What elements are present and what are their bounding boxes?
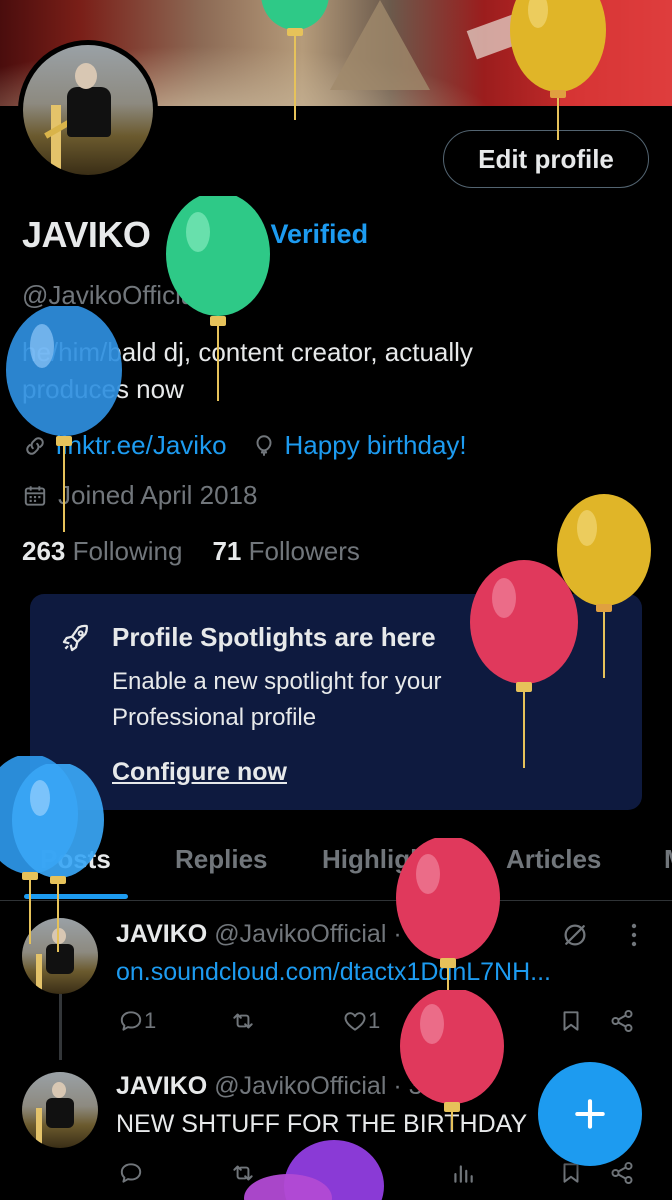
retweet-button[interactable]	[230, 1160, 256, 1186]
views-button[interactable]	[450, 1160, 476, 1186]
link-icon	[26, 436, 44, 455]
profile-avatar[interactable]	[18, 40, 158, 180]
reply-icon	[120, 1163, 142, 1183]
like-icon	[344, 1164, 366, 1183]
tweet-avatar[interactable]	[22, 918, 98, 994]
grok-icon[interactable]	[560, 920, 590, 950]
following-link[interactable]: 263 Following	[22, 536, 182, 567]
share-icon	[611, 1161, 633, 1185]
share-button[interactable]	[609, 1160, 635, 1186]
avatar-person	[46, 944, 74, 974]
compose-button[interactable]	[538, 1062, 642, 1166]
tweet-avatar[interactable]	[22, 1072, 98, 1148]
profile-spotlight-card: Profile Spotlights are here Enable a new…	[30, 594, 642, 810]
active-tab-indicator	[24, 894, 128, 899]
profile-meta-row: linktr.ee/Javiko Happy birthday!	[22, 430, 467, 461]
avatar-person	[46, 1098, 74, 1128]
avatar-railing	[36, 954, 42, 994]
spotlight-description: Enable a new spotlight for your Professi…	[112, 668, 442, 731]
tab-highlights[interactable]: Highlights	[322, 844, 449, 875]
share-button[interactable]	[609, 1008, 635, 1034]
tweet-author-name[interactable]: JAVIKO	[116, 920, 207, 948]
avatar-person	[52, 1082, 66, 1098]
more-icon[interactable]	[631, 922, 637, 948]
reply-count: 1	[144, 1008, 157, 1033]
bookmark-icon	[563, 1011, 579, 1031]
rocket-icon	[62, 624, 88, 652]
tab-posts[interactable]: Posts	[40, 844, 111, 875]
avatar-person	[75, 63, 97, 89]
profile-tabs: Posts Replies Highlights Articles M	[0, 826, 672, 901]
tweet-author-handle[interactable]: @JavikoOfficial	[214, 920, 386, 948]
bookmark-button[interactable]	[558, 1008, 584, 1034]
followers-label: Followers	[248, 536, 360, 566]
avatar-railing	[36, 1108, 42, 1148]
tweet-author-name[interactable]: JAVIKO	[116, 1072, 207, 1100]
display-name: JAVIKO	[22, 214, 151, 255]
thread-line	[59, 994, 62, 1060]
followers-link[interactable]: 71 Followers	[212, 536, 359, 567]
profile-bio: he/him/bald dj, content creator, actuall…	[22, 337, 473, 404]
tweet-text: NEW SHTUFF FOR THE BIRTHDAY	[116, 1110, 528, 1138]
tweet-header: JAVIKO @JavikoOfficial · 3s	[116, 1072, 435, 1101]
views-icon	[454, 1013, 473, 1031]
tweet-text: on.soundcloud.com/dtactx1DdnL7NH...	[116, 958, 551, 987]
tweet-author-handle[interactable]: @JavikoOfficial	[214, 1072, 386, 1100]
profile-link[interactable]: linktr.ee/Javiko	[56, 430, 227, 461]
reply-icon	[120, 1011, 142, 1031]
tab-overflow[interactable]: M	[664, 844, 672, 875]
views-button[interactable]	[450, 1008, 476, 1034]
retweet-icon	[233, 1013, 253, 1029]
profile-handle: @JavikoOfficial	[22, 280, 202, 310]
like-icon	[344, 1012, 366, 1031]
spotlight-title: Profile Spotlights are here	[112, 622, 436, 652]
balloon-icon	[256, 434, 272, 456]
followers-count: 71	[212, 536, 242, 566]
tweet-time: · 3s	[393, 1072, 436, 1100]
like-button[interactable]: 1	[342, 1008, 380, 1034]
joined-date: Joined April 2018	[58, 480, 258, 510]
tweet-time: · 51s	[393, 920, 449, 948]
following-label: Following	[72, 536, 183, 566]
reply-button[interactable]: 1	[118, 1008, 156, 1034]
edit-profile-button[interactable]: Edit profile	[443, 130, 649, 188]
like-button[interactable]	[342, 1160, 368, 1186]
joined-date-row: Joined April 2018	[22, 480, 257, 511]
retweet-button[interactable]	[230, 1008, 256, 1034]
avatar-image	[23, 45, 153, 175]
following-count: 263	[22, 536, 66, 566]
like-count: 1	[368, 1008, 381, 1033]
avatar-person	[67, 87, 111, 137]
birthday-label[interactable]: Happy birthday!	[285, 430, 467, 461]
banner-decoration	[466, 10, 534, 60]
avatar-railing	[51, 105, 61, 175]
calendar-icon	[24, 485, 46, 506]
compose-icon	[575, 1099, 605, 1129]
avatar-person	[52, 928, 66, 944]
views-icon	[454, 1165, 473, 1183]
tab-replies[interactable]: Replies	[175, 844, 268, 875]
retweet-icon	[233, 1165, 253, 1181]
get-verified-label: Get Verified	[218, 219, 369, 249]
configure-now-link[interactable]: Configure now	[112, 758, 287, 787]
get-verified-link[interactable]: Get Verified	[180, 219, 368, 250]
tweet-header: JAVIKO @JavikoOfficial · 51s	[116, 920, 449, 949]
banner-decoration	[560, 0, 672, 106]
verified-badge-icon	[182, 222, 206, 247]
follow-stats: 263 Following 71 Followers	[22, 536, 360, 567]
banner-decoration	[330, 0, 430, 90]
birthday-item: Happy birthday!	[251, 430, 467, 461]
reply-button[interactable]	[118, 1160, 144, 1186]
tweet-link[interactable]: on.soundcloud.com/dtactx1DdnL7NH...	[116, 958, 551, 986]
tab-articles[interactable]: Articles	[506, 844, 601, 875]
share-icon	[611, 1009, 633, 1033]
